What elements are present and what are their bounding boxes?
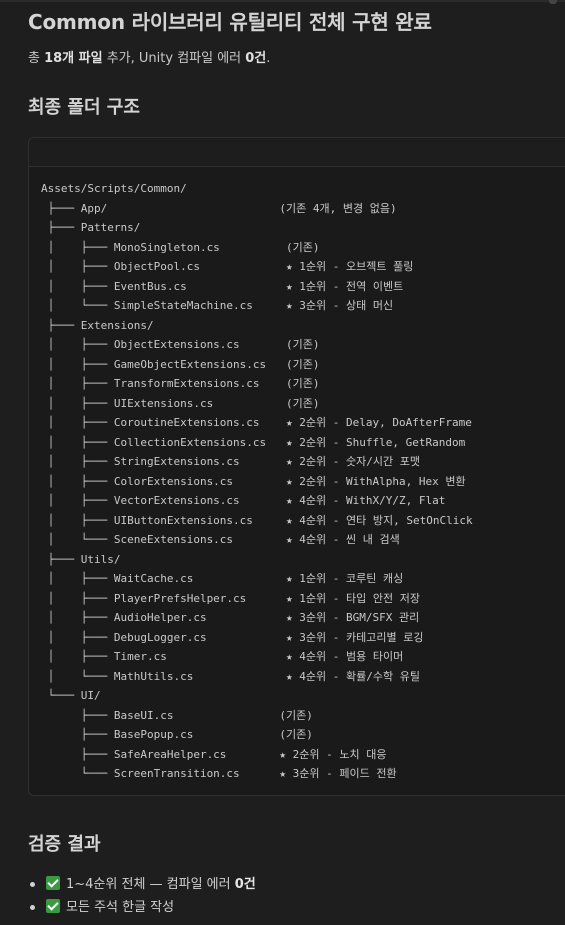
code-block: Assets/Scripts/Common/ ├─── App/ (기존 4개,… bbox=[28, 137, 565, 796]
tree-line: ├─── Utils/ bbox=[41, 552, 121, 566]
page-title: Common 라이브러리 유틸리티 전체 구현 완료 bbox=[28, 10, 432, 34]
tree-line: │ └─── SceneExtensions.cs ★ 4순위 - 씬 내 검색 bbox=[41, 533, 400, 546]
check-mark-icon bbox=[46, 899, 60, 913]
verification-item: 모든 주석 한글 작성 bbox=[28, 896, 256, 919]
tree-line: │ ├─── GameObjectExtensions.cs (기존) bbox=[41, 357, 320, 371]
scroll-indicator[interactable] bbox=[549, 0, 557, 4]
summary-text: 총 18개 파일 추가, Unity 컴파일 에러 0건. bbox=[28, 47, 270, 66]
tree-line: ├─── BasePopup.cs (기존) bbox=[41, 728, 313, 741]
tree-line: │ ├─── DebugLogger.cs ★ 3순위 - 카테고리별 로깅 bbox=[41, 630, 424, 644]
tree-line: │ └─── MathUtils.cs ★ 4순위 - 확률/수학 유틸 bbox=[41, 669, 420, 683]
bullet-icon bbox=[30, 882, 35, 887]
tree-line: │ ├─── CoroutineExtensions.cs ★ 2순위 - De… bbox=[41, 416, 472, 429]
tree-line: ├─── SafeAreaHelper.cs ★ 2순위 - 노치 대응 bbox=[41, 747, 387, 761]
tree-line: │ ├─── StringExtensions.cs ★ 2순위 - 숫자/시간… bbox=[41, 455, 420, 468]
verification-item-count: 0건 bbox=[234, 877, 256, 892]
tree-line: │ ├─── UIButtonExtensions.cs ★ 4순위 - 연타 … bbox=[41, 513, 473, 527]
tree-line: ├─── Extensions/ bbox=[41, 318, 154, 332]
tree-line: │ ├─── TransformExtensions.cs (기존) bbox=[41, 377, 320, 390]
tree-line: │ ├─── VectorExtensions.cs ★ 4순위 - WithX… bbox=[41, 494, 446, 507]
summary-prefix: 총 bbox=[28, 51, 45, 66]
summary-mid: 추가, Unity 컴파일 에러 bbox=[102, 51, 246, 66]
bullet-icon bbox=[30, 905, 35, 910]
tree-line: │ ├─── EventBus.cs ★ 1순위 - 전역 이벤트 bbox=[41, 279, 404, 293]
folder-tree: Assets/Scripts/Common/ ├─── App/ (기존 4개,… bbox=[41, 179, 473, 784]
tree-line: ├─── BaseUI.cs (기존) bbox=[41, 708, 313, 722]
tree-line: │ ├─── Timer.cs ★ 4순위 - 범용 타이머 bbox=[41, 650, 404, 663]
tree-line: │ ├─── CollectionExtensions.cs ★ 2순위 - S… bbox=[41, 435, 466, 449]
tree-line: │ ├─── ObjectExtensions.cs (기존) bbox=[41, 338, 320, 351]
tree-line: ├─── App/ (기존 4개, 변경 없음) bbox=[41, 201, 397, 215]
page: Common 라이브러리 유틸리티 전체 구현 완료 총 18개 파일 추가, … bbox=[0, 0, 565, 925]
tree-line: ├─── Patterns/ bbox=[41, 221, 141, 234]
verification-item-text: 모든 주석 한글 작성 bbox=[66, 900, 175, 915]
tree-line: Assets/Scripts/Common/ bbox=[41, 182, 187, 195]
structure-heading: 최종 폴더 구조 bbox=[28, 97, 140, 118]
tree-line: │ ├─── AudioHelper.cs ★ 3순위 - BGM/SFX 관리 bbox=[41, 611, 420, 624]
summary-errors: 0건 bbox=[245, 51, 267, 66]
check-mark-icon bbox=[46, 876, 60, 890]
tree-line: │ ├─── ColorExtensions.cs ★ 2순위 - WithAl… bbox=[41, 474, 466, 488]
tree-line: │ ├─── MonoSingleton.cs (기존) bbox=[41, 240, 320, 254]
tree-line: │ └─── SimpleStateMachine.cs ★ 3순위 - 상태 … bbox=[41, 299, 394, 312]
verification-item: 1~4순위 전체 — 컴파일 에러 0건 bbox=[28, 873, 256, 896]
verification-heading: 검증 결과 bbox=[28, 834, 101, 855]
tree-line: │ ├─── ObjectPool.cs ★ 1순위 - 오브젝트 풀링 bbox=[41, 260, 414, 273]
top-divider bbox=[0, 0, 565, 2]
tree-line: └─── UI/ bbox=[41, 689, 101, 702]
summary-count: 18개 파일 bbox=[44, 51, 103, 66]
tree-line: │ ├─── UIExtensions.cs (기존) bbox=[41, 396, 320, 410]
verification-list: 1~4순위 전체 — 컴파일 에러 0건 모든 주석 한글 작성 bbox=[28, 873, 256, 919]
tree-line: └─── ScreenTransition.cs ★ 3순위 - 페이드 전환 bbox=[41, 767, 397, 780]
tree-line: │ ├─── WaitCache.cs ★ 1순위 - 코루틴 캐싱 bbox=[41, 572, 404, 585]
tree-line: │ ├─── PlayerPrefsHelper.cs ★ 1순위 - 타입 안… bbox=[41, 591, 420, 605]
summary-suffix: . bbox=[266, 51, 271, 66]
verification-item-text: 1~4순위 전체 — 컴파일 에러 bbox=[66, 877, 235, 892]
code-block-header bbox=[29, 138, 565, 167]
